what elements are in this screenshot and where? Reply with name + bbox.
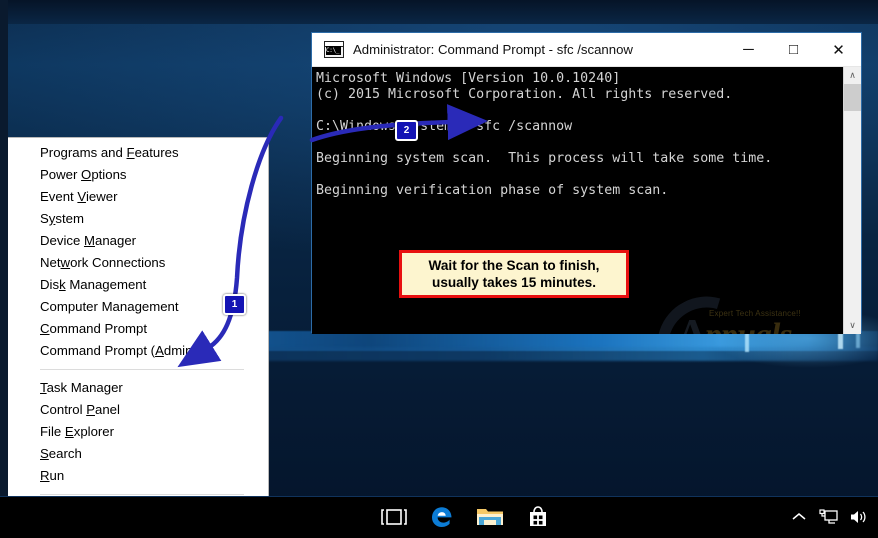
- watermark-letter: A: [677, 314, 707, 334]
- folder-icon: [477, 509, 503, 525]
- console-icon: [324, 41, 344, 58]
- winx-item-programs-and-features[interactable]: Programs and Features: [8, 142, 268, 164]
- winx-item-label: Task Manager: [40, 380, 123, 395]
- scrollbar-thumb[interactable]: [844, 84, 861, 111]
- winx-item-label: Run: [40, 468, 65, 483]
- winx-item-run[interactable]: Run: [8, 465, 268, 487]
- winx-item-label: Programs and Features: [40, 145, 179, 160]
- scroll-up-arrow-icon[interactable]: ∧: [844, 67, 861, 84]
- winx-group-2: Task Manager Control Panel File Explorer Se…: [8, 373, 268, 491]
- show-hidden-icons-button[interactable]: [784, 496, 814, 538]
- winx-item-task-manager[interactable]: Task Manager: [8, 377, 268, 399]
- winx-group-1: Programs and Features Power Options Event …: [8, 138, 268, 366]
- winx-item-event-viewer[interactable]: Event Viewer: [8, 186, 268, 208]
- winx-item-label: Computer Management: [40, 299, 179, 314]
- speaker-icon: [851, 511, 866, 523]
- step-badge-1: 1: [223, 294, 246, 315]
- callout-box: Wait for the Scan to finish, usually tak…: [399, 250, 629, 298]
- winx-item-label: Disk Management: [40, 277, 147, 292]
- winx-item-search[interactable]: Search: [8, 443, 268, 465]
- wallpaper-top-shade: [0, 0, 878, 24]
- winx-item-control-panel[interactable]: Control Panel: [8, 399, 268, 421]
- store-icon: [530, 506, 546, 526]
- maximize-button[interactable]: □: [771, 34, 816, 66]
- volume-button[interactable]: [844, 496, 874, 538]
- winx-item-disk-management[interactable]: Disk Management: [8, 274, 268, 296]
- minimize-button[interactable]: ─: [726, 34, 771, 66]
- edge-icon: [432, 507, 452, 527]
- winx-item-power-options[interactable]: Power Options: [8, 164, 268, 186]
- edge-button[interactable]: [418, 496, 466, 538]
- menu-divider: [40, 369, 244, 370]
- winx-item-label: Network Connections: [40, 255, 166, 270]
- taskbar[interactable]: [0, 496, 878, 538]
- system-tray: [784, 496, 874, 538]
- microsoft-store-button[interactable]: [514, 496, 562, 538]
- winx-item-label: Command Prompt (Admin): [40, 343, 197, 358]
- console-scrollbar[interactable]: ∧ ∨: [843, 67, 861, 334]
- winx-item-label: Event Viewer: [40, 189, 118, 204]
- wallpaper-left-edge: [0, 0, 8, 538]
- taskbar-pinned-apps: [370, 496, 562, 538]
- winx-item-system[interactable]: System: [8, 208, 268, 230]
- network-button[interactable]: [814, 496, 844, 538]
- cmd-window-title: Administrator: Command Prompt - sfc /sca…: [353, 42, 633, 57]
- winx-item-label: System: [40, 211, 84, 226]
- winx-item-label: Device Manager: [40, 233, 137, 248]
- winx-item-label: File Explorer: [40, 424, 115, 439]
- callout-line-1: Wait for the Scan to finish,: [428, 258, 600, 273]
- winx-item-device-manager[interactable]: Device Manager: [8, 230, 268, 252]
- winx-item-label: Command Prompt: [40, 321, 148, 336]
- winx-item-file-explorer[interactable]: File Explorer: [8, 421, 268, 443]
- appuals-watermark: A Expert Tech Assistance!! ppuals: [641, 279, 807, 334]
- file-explorer-button[interactable]: [466, 496, 514, 538]
- task-view-icon: [381, 509, 407, 525]
- menu-divider: [40, 494, 244, 495]
- screen: Administrator: Command Prompt - sfc /sca…: [0, 0, 878, 538]
- callout-line-2: usually takes 15 minutes.: [432, 275, 596, 290]
- step-badge-2: 2: [395, 120, 418, 141]
- watermark-brand: ppuals: [705, 317, 793, 334]
- close-button[interactable]: ✕: [816, 34, 861, 66]
- cmd-title-bar[interactable]: Administrator: Command Prompt - sfc /sca…: [312, 33, 861, 67]
- winx-item-command-prompt[interactable]: Command Prompt: [8, 318, 268, 340]
- winx-item-label: Control Panel: [40, 402, 120, 417]
- winx-item-command-prompt-admin[interactable]: Command Prompt (Admin): [8, 340, 268, 362]
- winx-item-label: Power Options: [40, 167, 127, 182]
- winx-quick-link-menu[interactable]: Programs and Features Power Options Event …: [8, 137, 269, 538]
- scroll-down-arrow-icon[interactable]: ∨: [844, 317, 861, 334]
- winx-item-label: Search: [40, 446, 82, 461]
- chevron-up-icon: [792, 513, 806, 520]
- winx-item-network-connections[interactable]: Network Connections: [8, 252, 268, 274]
- network-icon: [819, 509, 838, 524]
- task-view-button[interactable]: [370, 496, 418, 538]
